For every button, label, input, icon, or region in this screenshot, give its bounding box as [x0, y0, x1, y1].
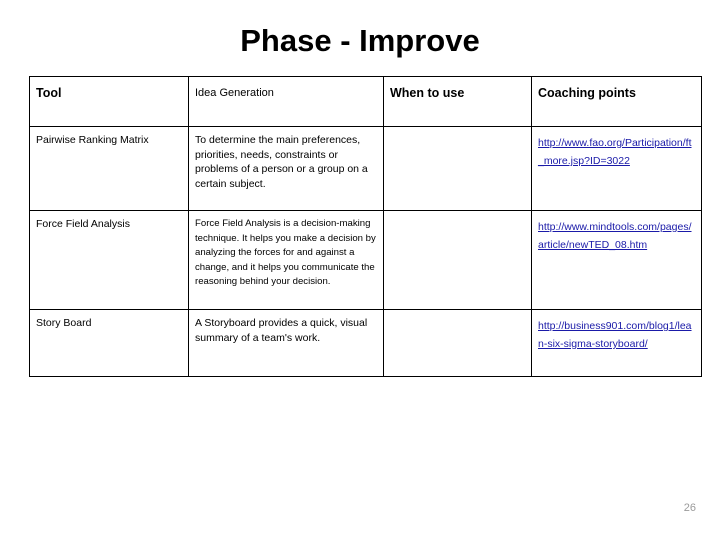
cell-coaching-points: http://www.mindtools.com/pages/article/n… [531, 210, 702, 310]
cell-coaching-points: http://business901.com/blog1/lean-six-si… [531, 309, 702, 377]
table-row: Story Board A Storyboard provides a quic… [29, 309, 702, 377]
cell-description: A Storyboard provides a quick, visual su… [188, 309, 384, 377]
table-header-row: Tool Idea Generation When to use Coachin… [29, 76, 702, 127]
column-header-idea-generation: Idea Generation [188, 76, 384, 127]
cell-description: To determine the main preferences, prior… [188, 126, 384, 211]
cell-tool-name: Story Board [29, 309, 189, 377]
column-header-coaching-points: Coaching points [531, 76, 702, 127]
coaching-link[interactable]: http://www.fao.org/Participation/ft_more… [538, 137, 692, 167]
column-header-when-to-use: When to use [383, 76, 532, 127]
cell-tool-name: Pairwise Ranking Matrix [29, 126, 189, 211]
coaching-link[interactable]: http://www.mindtools.com/pages/article/n… [538, 221, 692, 251]
cell-coaching-points: http://www.fao.org/Participation/ft_more… [531, 126, 702, 211]
cell-when-to-use [383, 309, 532, 377]
column-header-tool: Tool [29, 76, 189, 127]
table-row: Pairwise Ranking Matrix To determine the… [29, 126, 702, 211]
cell-description: Force Field Analysis is a decision-makin… [188, 210, 384, 310]
page-title: Phase - Improve [240, 23, 480, 58]
cell-when-to-use [383, 210, 532, 310]
cell-tool-name: Force Field Analysis [29, 210, 189, 310]
coaching-link[interactable]: http://business901.com/blog1/lean-six-si… [538, 320, 692, 350]
table-row: Force Field Analysis Force Field Analysi… [29, 210, 702, 310]
cell-when-to-use [383, 126, 532, 211]
slide-root: Phase - Improve Tool Idea Generation Whe… [0, 0, 720, 540]
tools-table: Tool Idea Generation When to use Coachin… [29, 76, 702, 377]
page-number: 26 [683, 502, 696, 514]
